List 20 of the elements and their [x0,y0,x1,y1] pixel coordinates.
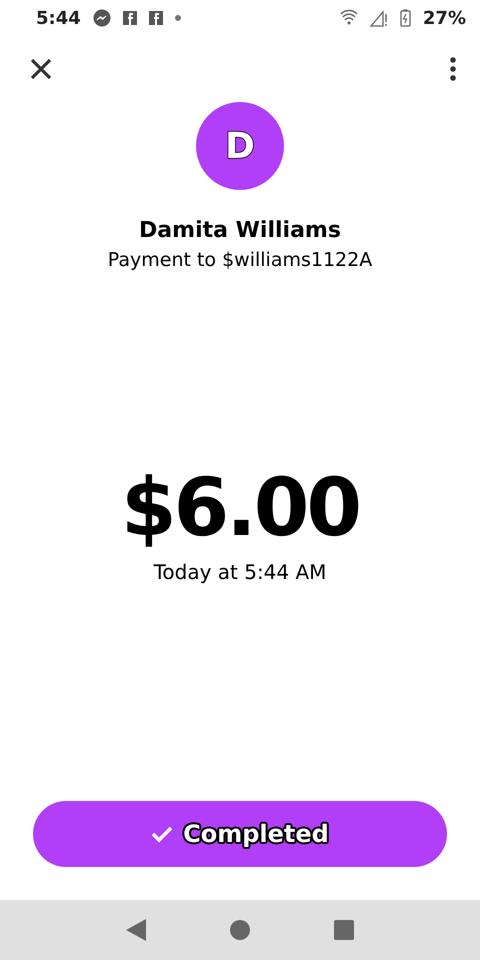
recipient-name: Damita Williams [139,218,341,243]
check-icon [151,825,174,843]
back-icon[interactable] [126,919,146,941]
payment-amount: $6.00 [120,461,360,554]
close-icon [30,58,52,80]
completed-button[interactable]: Completed [33,801,447,867]
battery-icon [400,9,411,27]
notification-icon [122,11,137,25]
status-time: 5:44 [36,8,81,28]
home-icon[interactable] [230,920,250,940]
battery-percentage: 27% [422,8,466,28]
messenger-icon [92,9,111,27]
more-icon [450,57,456,81]
wifi-icon [340,9,358,27]
dot-icon [174,15,181,21]
notification-icon [148,11,163,25]
payment-date: Today at 5:44 AM [154,560,326,584]
payment-recipient: Payment to $williams1122A [108,249,372,271]
avatar: D [196,102,284,190]
signal-icon [370,9,388,27]
